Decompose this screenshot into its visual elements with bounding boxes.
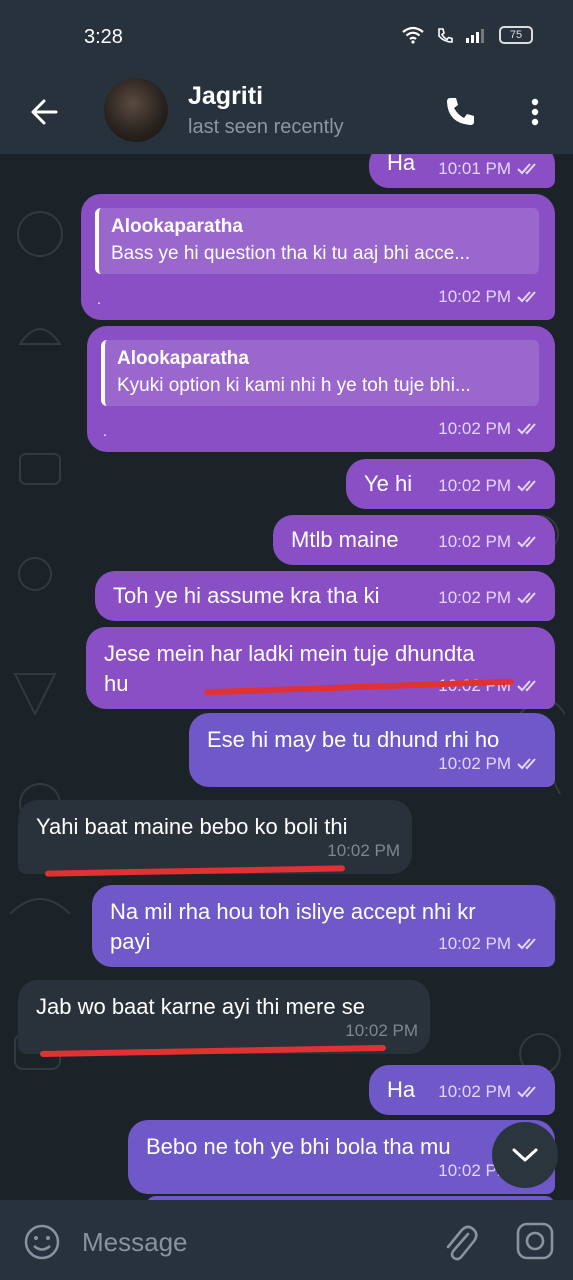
battery-icon: 75 xyxy=(499,26,533,44)
message-time: 10:01 PM xyxy=(438,159,511,178)
message-time: 10:02 PM xyxy=(438,1082,511,1101)
message-text: Ha xyxy=(387,154,416,175)
message-outgoing[interactable]: Toh ye hi assume kra tha ki 10:02 PM xyxy=(95,571,555,621)
reply-author: Alookaparatha xyxy=(117,348,249,369)
message-time: 10:02 PM xyxy=(438,934,511,953)
message-time: 10:02 PM xyxy=(345,1021,418,1040)
message-time: 10:02 PM xyxy=(438,419,511,438)
message-outgoing[interactable]: Na mil rha hou toh isliye accept nhi kr … xyxy=(92,885,555,967)
more-options-button[interactable] xyxy=(520,92,550,132)
message-text: Jab wo baat karne ayi thi mere se xyxy=(36,994,365,1019)
message-time: 10:02 PM xyxy=(438,532,511,551)
avatar[interactable] xyxy=(104,78,168,142)
back-arrow-icon xyxy=(31,99,58,125)
camera-button[interactable] xyxy=(514,1220,556,1262)
message-meta: 10:02 PM xyxy=(438,929,543,959)
message-meta: 10:02 PM xyxy=(438,471,543,501)
message-outgoing[interactable]: Ye hi 10:02 PM xyxy=(346,459,555,509)
message-time: 10:02 PM xyxy=(438,588,511,607)
chat-area[interactable]: Ha 10:01 PM Alookaparatha Bass ye hi que… xyxy=(0,154,573,1200)
message-meta: 10:02 PM xyxy=(438,583,543,613)
message-time: 10:02 PM xyxy=(438,476,511,495)
phone-icon xyxy=(447,98,474,125)
message-input[interactable] xyxy=(80,1222,424,1262)
more-vertical-icon xyxy=(531,98,539,126)
signal-icon xyxy=(466,29,484,43)
message-outgoing[interactable]: Ha 10:02 PM xyxy=(369,1065,555,1115)
emoji-button[interactable] xyxy=(22,1222,62,1262)
message-outgoing[interactable]: Bebo ne toh ye bhi bola tha mu 10:02 PM xyxy=(128,1120,555,1194)
message-time: 10:02 PM xyxy=(438,754,511,773)
double-check-icon xyxy=(517,680,536,692)
reply-quote[interactable]: Alookaparatha Kyuki option ki kami nhi h… xyxy=(101,340,539,406)
message-outgoing-reply[interactable]: Alookaparatha Kyuki option ki kami nhi h… xyxy=(87,326,555,452)
message-text: Mtlb maine xyxy=(291,527,399,552)
status-icons: 75 xyxy=(401,26,533,44)
message-meta: 10:02 PM xyxy=(438,282,543,312)
message-meta: 10:02 PM xyxy=(438,414,543,444)
message-time: 10:02 PM xyxy=(327,841,400,860)
reply-quote[interactable]: Alookaparatha Bass ye hi question tha ki… xyxy=(95,208,539,274)
message-text: . xyxy=(103,423,107,439)
message-meta: 10:02 PM xyxy=(438,1077,543,1107)
contact-name[interactable]: Jagriti xyxy=(188,82,263,111)
message-text: Toh ye hi assume kra tha ki xyxy=(113,583,380,608)
double-check-icon xyxy=(517,291,536,303)
message-meta: 10:02 PM xyxy=(327,836,400,866)
back-button[interactable] xyxy=(26,92,66,132)
double-check-icon xyxy=(517,536,536,548)
chevron-down-icon xyxy=(512,1148,538,1162)
double-check-icon xyxy=(517,938,536,950)
message-text: Na mil rha hou toh isliye accept nhi kr … xyxy=(110,899,476,954)
paperclip-icon xyxy=(446,1225,478,1261)
wifi-icon xyxy=(402,26,424,44)
double-check-icon xyxy=(517,163,536,175)
message-outgoing[interactable]: Mtlb maine 10:02 PM xyxy=(273,515,555,565)
message-meta: 10:01 PM xyxy=(438,154,543,184)
chat-header: Jagriti last seen recently xyxy=(0,70,573,154)
reply-text: Kyuki option ki kami nhi h ye toh tuje b… xyxy=(117,375,471,396)
scroll-to-bottom-button[interactable] xyxy=(492,1122,558,1188)
message-meta: 10:02 PM xyxy=(438,527,543,557)
double-check-icon xyxy=(517,480,536,492)
message-outgoing-reply[interactable]: Alookaparatha Bass ye hi question tha ki… xyxy=(81,194,555,320)
message-meta: 10:02 PM xyxy=(345,1016,418,1046)
message-incoming[interactable]: Jab wo baat karne ayi thi mere se 10:02 … xyxy=(18,980,430,1054)
double-check-icon xyxy=(517,423,536,435)
message-text: Ye hi xyxy=(364,471,413,496)
double-check-icon xyxy=(517,1086,536,1098)
message-text: . xyxy=(97,291,101,307)
message-time: 10:02 PM xyxy=(438,287,511,306)
attach-button[interactable] xyxy=(440,1220,478,1264)
message-incoming[interactable]: Yahi baat maine bebo ko boli thi 10:02 P… xyxy=(18,800,412,874)
double-check-icon xyxy=(517,592,536,604)
reply-text: Bass ye hi question tha ki tu aaj bhi ac… xyxy=(111,243,471,264)
status-bar: 3:28 75 xyxy=(0,0,573,70)
message-meta: 10:02 PM xyxy=(438,749,543,779)
call-button[interactable] xyxy=(440,92,480,132)
emoji-icon xyxy=(24,1224,60,1260)
message-composer xyxy=(0,1200,573,1280)
message-outgoing[interactable]: Jese mein har ladki mein tuje dhundta hu… xyxy=(86,627,555,709)
message-outgoing[interactable]: Ha 10:01 PM xyxy=(369,154,555,188)
status-time: 3:28 xyxy=(84,26,123,48)
volte-call-icon xyxy=(438,28,453,43)
message-text: Bebo ne toh ye bhi bola tha mu xyxy=(146,1134,451,1159)
reply-author: Alookaparatha xyxy=(111,216,243,237)
message-text: Yahi baat maine bebo ko boli thi xyxy=(36,814,348,839)
camera-icon xyxy=(516,1222,554,1260)
message-text: Ha xyxy=(387,1077,416,1102)
contact-status: last seen recently xyxy=(188,116,344,138)
message-outgoing[interactable]: Ese hi may be tu dhund rhi ho 10:02 PM xyxy=(189,713,555,787)
double-check-icon xyxy=(517,758,536,770)
